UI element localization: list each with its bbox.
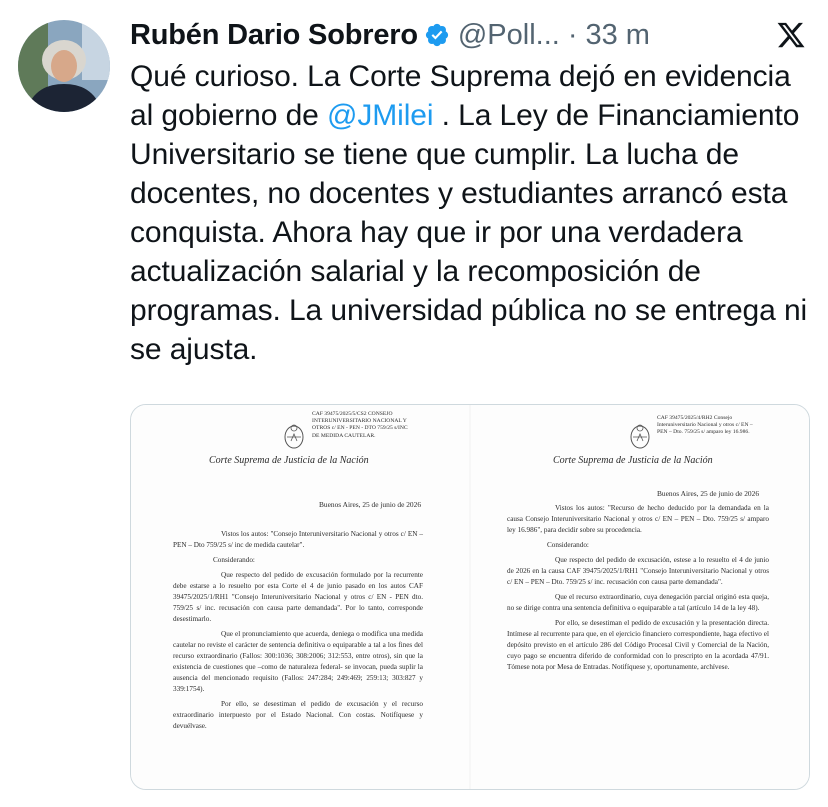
tweet-text-part2: . La Ley de Financiamiento Universitario…	[130, 99, 808, 366]
document-paragraph: Considerando:	[547, 541, 589, 549]
document-paragraph: Que respecto del pedido de excusación, e…	[507, 556, 769, 586]
coat-of-arms-icon	[629, 423, 651, 449]
document-paragraph: Por ello, se desestiman el pedido de exc…	[507, 619, 769, 671]
document-paragraph: Vistos los autos: "Recurso de hecho dedu…	[507, 504, 769, 534]
timestamp[interactable]: 33 m	[585, 19, 649, 52]
document-body: Vistos los autos: "Consejo Interuniversi…	[173, 529, 423, 736]
case-reference: CAF 39475/2025/4/RH2 Consejo Interuniver…	[657, 415, 753, 436]
author-name[interactable]: Rubén Dario Sobrero	[130, 19, 418, 52]
document-paragraph: Por ello, se desestiman el pedido de exc…	[173, 700, 423, 730]
coat-of-arms-icon	[283, 423, 305, 449]
mention-link[interactable]: @JMilei	[327, 99, 434, 132]
court-name: Corte Suprema de Justicia de la Nación	[209, 455, 369, 466]
author-handle[interactable]: @Poll...	[458, 19, 560, 52]
verified-badge-icon	[424, 22, 450, 48]
document-paragraph: Considerando:	[213, 556, 255, 564]
avatar[interactable]	[18, 20, 110, 112]
document-paragraph: Vistos los autos: "Consejo Interuniversi…	[173, 530, 423, 549]
avatar-photo	[18, 20, 110, 112]
tweet-header: Rubén Dario Sobrero @Poll... · 33 m	[130, 16, 650, 54]
case-reference: CAF 39475/2025/5/CS2 CONSEJO INTERUNIVER…	[312, 411, 408, 439]
document-paragraph: Que el recurso extraordinario, cuya dene…	[507, 593, 769, 612]
tweet-text: Qué curioso. La Corte Suprema dejó en ev…	[130, 57, 820, 369]
document-left[interactable]: CAF 39475/2025/5/CS2 CONSEJO INTERUNIVER…	[131, 405, 469, 789]
tweet-media[interactable]: CAF 39475/2025/5/CS2 CONSEJO INTERUNIVER…	[130, 404, 810, 790]
document-paragraph: Que el pronunciamiento que acuerda, deni…	[173, 630, 423, 693]
document-paragraph: Que respecto del pedido de excusación fo…	[173, 571, 423, 623]
document-date: Buenos Aires, 25 de junio de 2026	[319, 500, 422, 509]
x-logo-icon[interactable]	[776, 20, 806, 50]
document-date: Buenos Aires, 25 de junio de 2026	[657, 489, 760, 498]
court-name: Corte Suprema de Justicia de la Nación	[553, 455, 713, 466]
separator-dot: ·	[567, 18, 578, 51]
document-body: Vistos los autos: "Recurso de hecho dedu…	[507, 503, 769, 677]
document-right[interactable]: CAF 39475/2025/4/RH2 Consejo Interuniver…	[471, 405, 809, 789]
